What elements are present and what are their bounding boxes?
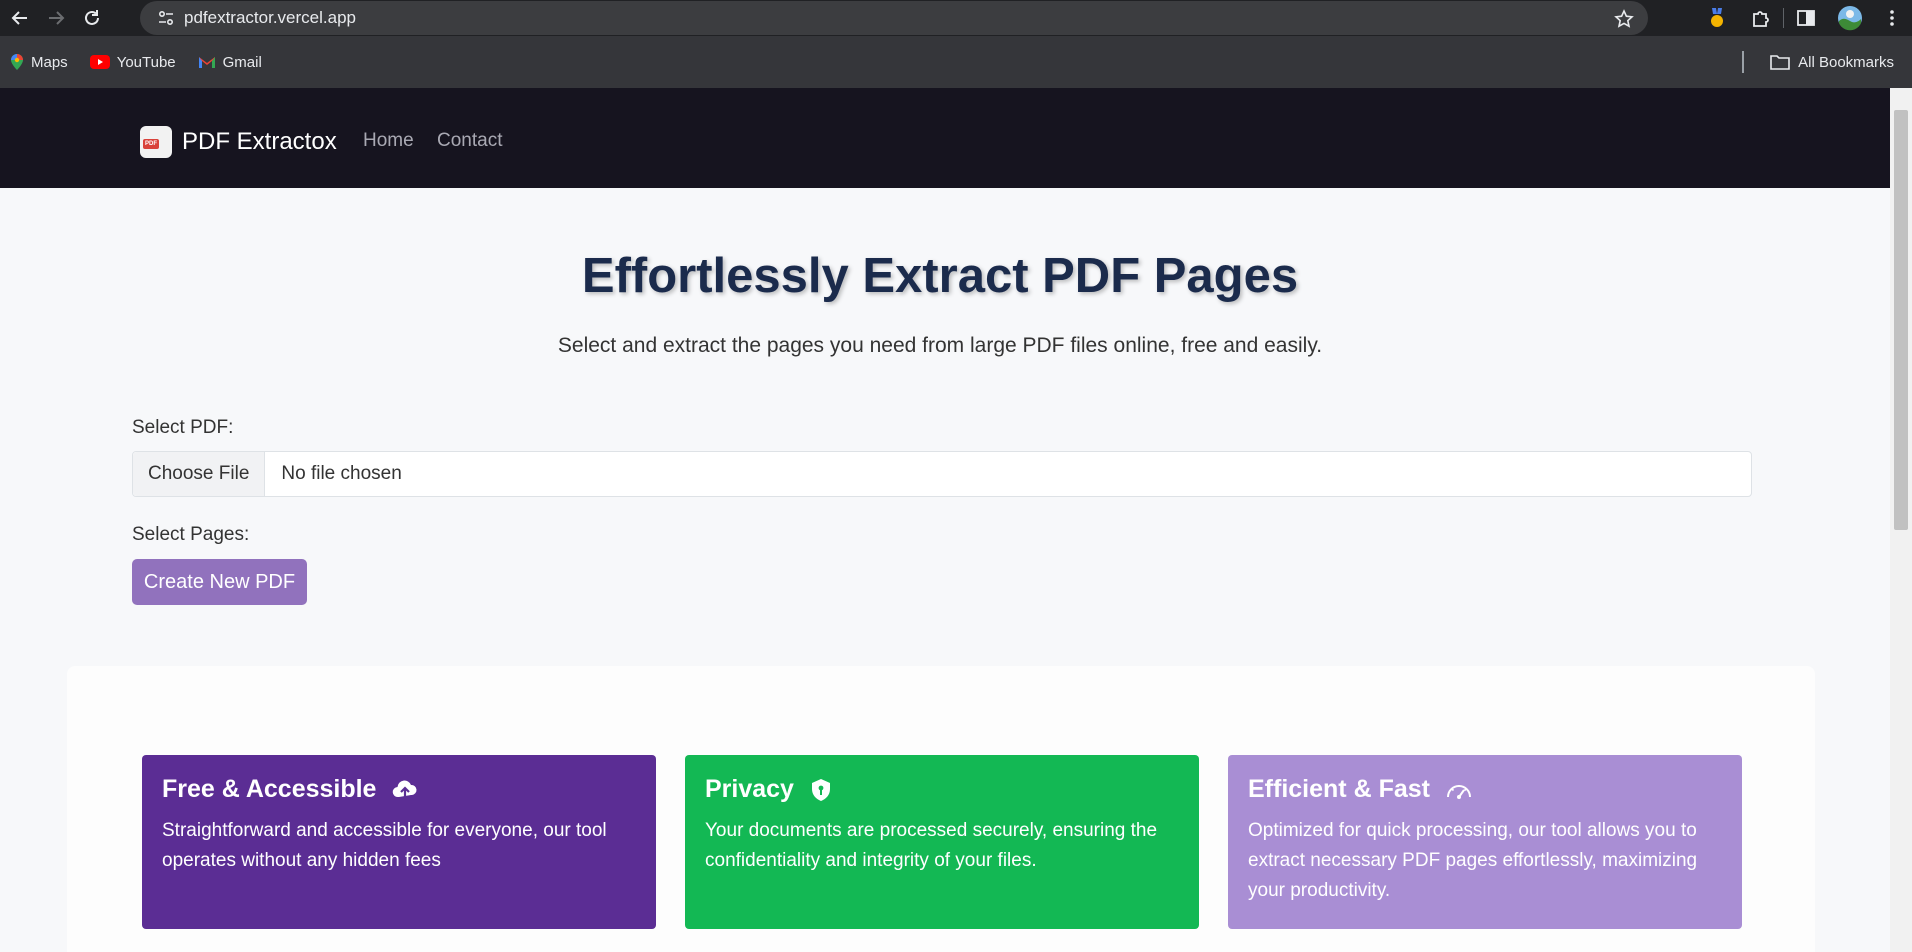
gmail-icon <box>198 57 215 68</box>
extension-medal-icon[interactable] <box>1695 0 1739 36</box>
feature-text: Your documents are processed securely, e… <box>705 820 1158 871</box>
feature-card-fast: Efficient & Fast Optimized for quick pro… <box>1228 755 1742 929</box>
choose-file-button[interactable]: Choose File <box>133 452 266 496</box>
pdf-logo-icon: PDF <box>140 126 172 158</box>
bookmarks-separator <box>1742 51 1745 73</box>
select-pages-label: Select Pages: <box>132 524 250 545</box>
youtube-icon <box>89 55 110 69</box>
folder-icon <box>1770 55 1790 70</box>
feature-title: Efficient & Fast <box>1248 775 1430 803</box>
maps-pin-icon <box>11 54 23 70</box>
feature-card-free: Free & Accessible Straightforward and ac… <box>142 755 656 929</box>
speedometer-icon <box>1446 784 1471 799</box>
back-arrow-icon <box>11 11 27 25</box>
bookmarks-bar: Maps YouTube Gmail All Bookmarks <box>0 36 1912 88</box>
feature-card-privacy: Privacy Your documents are processed sec… <box>685 755 1199 929</box>
bookmark-label: YouTube <box>116 53 176 71</box>
browser-toolbar: pdfextractor.vercel.app <box>0 0 1912 36</box>
bookmark-youtube[interactable]: YouTube <box>89 53 176 71</box>
side-panel-icon[interactable] <box>1784 0 1828 36</box>
forward-arrow-icon <box>49 11 65 25</box>
hero-subtitle: Select and extract the pages you need fr… <box>557 334 1323 357</box>
profile-avatar[interactable] <box>1828 0 1872 36</box>
reload-icon <box>85 10 99 25</box>
bookmark-label: Maps <box>31 53 68 71</box>
create-new-pdf-button[interactable]: Create New PDF <box>132 559 307 605</box>
bookmark-gmail[interactable]: Gmail <box>198 54 262 71</box>
menu-kebab-icon[interactable] <box>1872 0 1912 36</box>
extensions-puzzle-icon[interactable] <box>1739 0 1783 36</box>
shield-icon <box>811 778 830 801</box>
forward-button[interactable] <box>38 0 74 36</box>
site-navbar: PDF PDF Extractox Home Contact <box>0 88 1890 188</box>
bookmark-maps[interactable]: Maps <box>10 53 68 71</box>
bookmark-label: Gmail <box>222 53 262 71</box>
scrollbar-thumb[interactable] <box>1894 110 1908 530</box>
hero-title: Effortlessly Extract PDF Pages <box>581 249 1299 303</box>
back-button[interactable] <box>2 0 38 36</box>
url-text[interactable]: pdfextractor.vercel.app <box>184 8 356 28</box>
nav-link-home[interactable]: Home <box>363 130 414 152</box>
brand-name[interactable]: PDF Extractox <box>182 128 337 156</box>
cloud-upload-icon <box>393 780 417 799</box>
site-settings-icon[interactable] <box>148 9 184 27</box>
select-pdf-label: Select PDF: <box>132 417 234 438</box>
all-bookmarks-label: All Bookmarks <box>1798 53 1894 71</box>
feature-title: Privacy <box>705 775 794 803</box>
feature-title: Free & Accessible <box>162 775 377 803</box>
nav-link-contact[interactable]: Contact <box>437 130 502 152</box>
pdf-file-input[interactable]: Choose File No file chosen <box>132 451 1752 497</box>
file-status-text: No file chosen <box>281 463 402 484</box>
bookmark-star-icon[interactable] <box>1614 9 1634 34</box>
page-scrollbar[interactable] <box>1890 88 1912 952</box>
feature-text: Optimized for quick processing, our tool… <box>1248 820 1698 901</box>
brand[interactable]: PDF PDF Extractox <box>140 126 337 158</box>
address-bar[interactable]: pdfextractor.vercel.app <box>140 1 1648 35</box>
toolbar-actions <box>1695 0 1912 36</box>
feature-text: Straightforward and accessible for every… <box>162 820 607 871</box>
all-bookmarks-button[interactable]: All Bookmarks <box>1742 36 1894 88</box>
reload-button[interactable] <box>74 0 110 36</box>
